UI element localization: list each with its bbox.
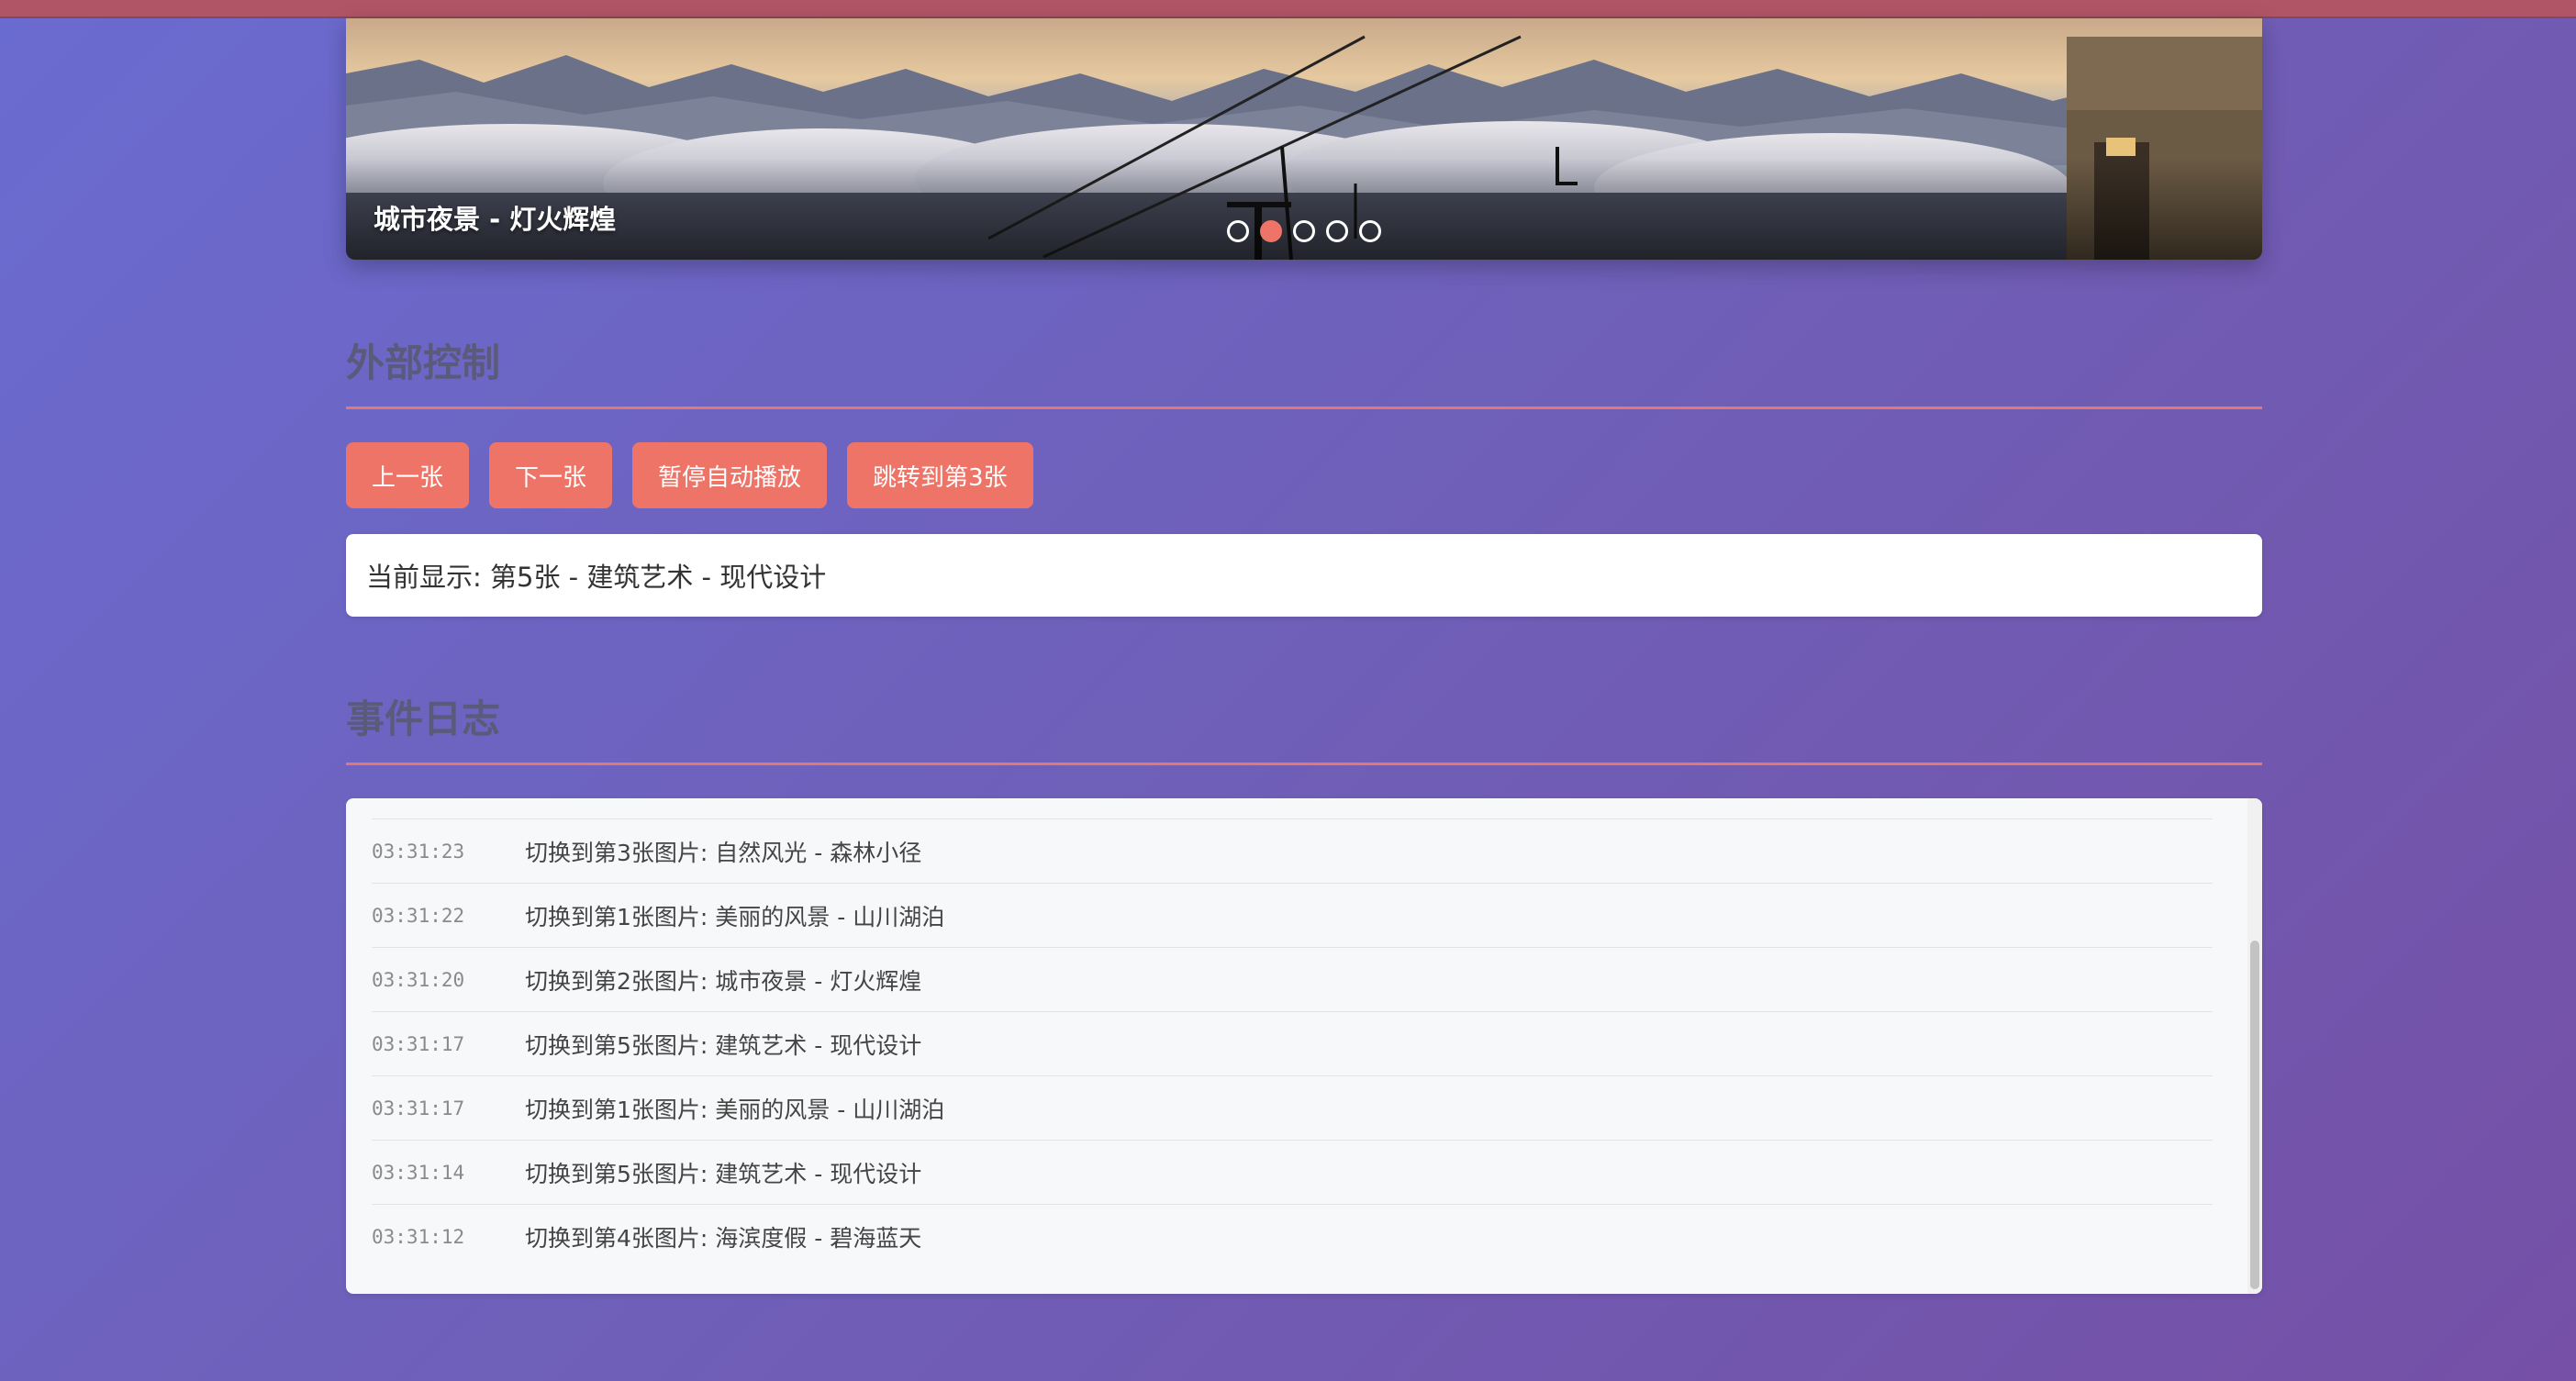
log-message: 切换到第1张图片: 美丽的风景 - 山川湖泊: [525, 903, 945, 930]
log-time: 03:31:14: [372, 1161, 465, 1184]
prev-button[interactable]: 上一张: [346, 442, 470, 508]
log-message: 切换到第5张图片: 建筑艺术 - 现代设计: [525, 1031, 922, 1059]
current-slide-status: 当前显示: 第5张 - 建筑艺术 - 现代设计: [346, 534, 2262, 617]
log-message: 切换到第4张图片: 海滨度假 - 碧海蓝天: [525, 1224, 922, 1252]
log-entry: 03:31:12 切换到第4张图片: 海滨度假 - 碧海蓝天: [372, 1204, 2213, 1268]
image-carousel[interactable]: 城市夜景 - 灯火辉煌: [346, 18, 2262, 260]
event-log-panel[interactable]: 03:31:23 切换到第3张图片: 自然风光 - 森林小径 03:31:22 …: [346, 798, 2262, 1294]
log-entry: 03:31:20 切换到第2张图片: 城市夜景 - 灯火辉煌: [372, 947, 2213, 1011]
indicator-dot-4[interactable]: [1326, 220, 1348, 242]
event-log-heading: 事件日志: [346, 688, 2262, 765]
log-message: 切换到第2张图片: 城市夜景 - 灯火辉煌: [525, 967, 922, 995]
log-time: 03:31:22: [372, 904, 465, 927]
caption-overlay: [346, 159, 2262, 260]
control-button-row: 上一张 下一张 暂停自动播放 跳转到第3张: [346, 442, 1033, 508]
carousel-caption: 城市夜景 - 灯火辉煌: [374, 204, 617, 235]
log-scrollbar-thumb[interactable]: [2250, 941, 2259, 1289]
log-message: 切换到第1张图片: 美丽的风景 - 山川湖泊: [525, 1096, 945, 1123]
carousel-indicators: [1227, 220, 1381, 242]
log-entry: 03:31:14 切换到第5张图片: 建筑艺术 - 现代设计: [372, 1140, 2213, 1204]
indicator-dot-2[interactable]: [1260, 220, 1282, 242]
log-time: 03:31:20: [372, 968, 465, 991]
top-strip: [0, 0, 2576, 18]
log-scrollbar-track[interactable]: [2247, 798, 2262, 1294]
log-message: 切换到第5张图片: 建筑艺术 - 现代设计: [525, 1160, 922, 1187]
indicator-dot-5[interactable]: [1359, 220, 1381, 242]
log-entry: 03:31:22 切换到第1张图片: 美丽的风景 - 山川湖泊: [372, 883, 2213, 947]
log-time: 03:31:17: [372, 1097, 465, 1119]
log-entry: 03:31:17 切换到第5张图片: 建筑艺术 - 现代设计: [372, 1011, 2213, 1075]
event-log-list: 03:31:23 切换到第3张图片: 自然风光 - 森林小径 03:31:22 …: [372, 819, 2213, 1268]
log-time: 03:31:12: [372, 1225, 465, 1248]
controls-heading: 外部控制: [346, 332, 2262, 409]
indicator-dot-1[interactable]: [1227, 220, 1249, 242]
log-time: 03:31:23: [372, 840, 465, 863]
jump-to-third-button[interactable]: 跳转到第3张: [847, 442, 1033, 508]
pause-autoplay-button[interactable]: 暂停自动播放: [632, 442, 828, 508]
indicator-dot-3[interactable]: [1293, 220, 1315, 242]
log-time: 03:31:17: [372, 1032, 465, 1055]
log-entry: 03:31:17 切换到第1张图片: 美丽的风景 - 山川湖泊: [372, 1075, 2213, 1140]
log-entry: 03:31:23 切换到第3张图片: 自然风光 - 森林小径: [372, 819, 2213, 883]
log-message: 切换到第3张图片: 自然风光 - 森林小径: [525, 839, 922, 866]
next-button[interactable]: 下一张: [489, 442, 613, 508]
